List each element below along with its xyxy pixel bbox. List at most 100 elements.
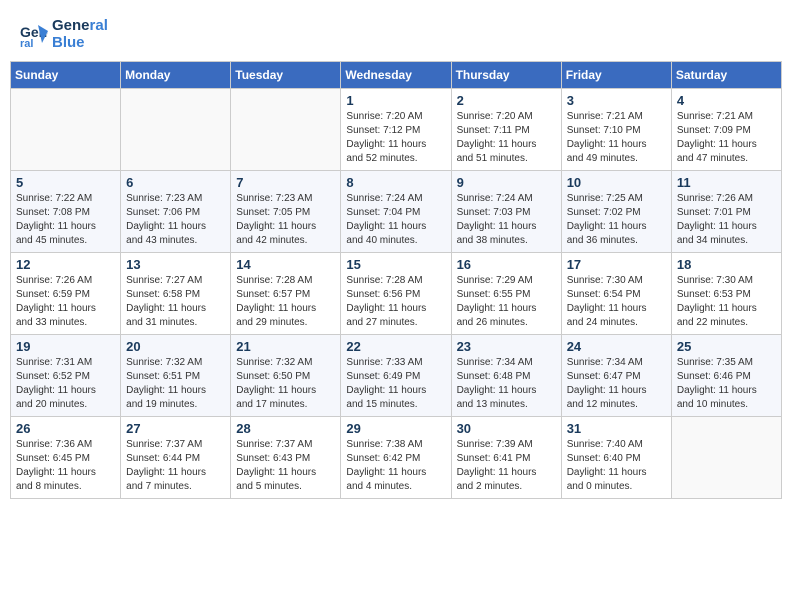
calendar-cell: 17 Sunrise: 7:30 AM Sunset: 6:54 PM Dayli… bbox=[561, 253, 671, 335]
calendar-cell: 26 Sunrise: 7:36 AM Sunset: 6:45 PM Dayli… bbox=[11, 417, 121, 499]
day-number: 15 bbox=[346, 257, 445, 272]
calendar-cell: 30 Sunrise: 7:39 AM Sunset: 6:41 PM Dayli… bbox=[451, 417, 561, 499]
day-number: 26 bbox=[16, 421, 115, 436]
day-info: Sunrise: 7:21 AM Sunset: 7:09 PM Dayligh… bbox=[677, 110, 776, 166]
calendar-cell: 5 Sunrise: 7:22 AM Sunset: 7:08 PM Daylig… bbox=[11, 171, 121, 253]
day-info: Sunrise: 7:39 AM Sunset: 6:41 PM Dayligh… bbox=[457, 438, 556, 494]
day-number: 30 bbox=[457, 421, 556, 436]
calendar-cell: 8 Sunrise: 7:24 AM Sunset: 7:04 PM Daylig… bbox=[341, 171, 451, 253]
calendar-week-row: 5 Sunrise: 7:22 AM Sunset: 7:08 PM Daylig… bbox=[11, 171, 782, 253]
calendar-cell: 22 Sunrise: 7:33 AM Sunset: 6:49 PM Dayli… bbox=[341, 335, 451, 417]
calendar-cell: 16Sunrise: 7:29 AM Sunset: 6:55 PM Dayli… bbox=[451, 253, 561, 335]
calendar-cell: 7Sunrise: 7:23 AM Sunset: 7:05 PM Daylig… bbox=[231, 171, 341, 253]
calendar-cell: 24 Sunrise: 7:34 AM Sunset: 6:47 PM Dayli… bbox=[561, 335, 671, 417]
day-number: 17 bbox=[567, 257, 666, 272]
day-number: 25 bbox=[677, 339, 776, 354]
calendar-week-row: 12 Sunrise: 7:26 AM Sunset: 6:59 PM Dayli… bbox=[11, 253, 782, 335]
logo: Gene ral General Blue bbox=[20, 18, 108, 51]
calendar-cell: 12 Sunrise: 7:26 AM Sunset: 6:59 PM Dayli… bbox=[11, 253, 121, 335]
day-number: 8 bbox=[346, 175, 445, 190]
day-info: Sunrise: 7:21 AM Sunset: 7:10 PM Dayligh… bbox=[567, 110, 666, 166]
calendar-week-row: 26 Sunrise: 7:36 AM Sunset: 6:45 PM Dayli… bbox=[11, 417, 782, 499]
calendar-cell: 29 Sunrise: 7:38 AM Sunset: 6:42 PM Dayli… bbox=[341, 417, 451, 499]
calendar-cell bbox=[121, 89, 231, 171]
logo-icon: Gene ral bbox=[20, 21, 48, 49]
day-info: Sunrise: 7:36 AM Sunset: 6:45 PM Dayligh… bbox=[16, 438, 115, 494]
day-number: 24 bbox=[567, 339, 666, 354]
day-info: Sunrise: 7:24 AM Sunset: 7:03 PM Dayligh… bbox=[457, 192, 556, 248]
day-info: Sunrise: 7:34 AM Sunset: 6:48 PM Dayligh… bbox=[457, 356, 556, 412]
day-info: Sunrise: 7:27 AM Sunset: 6:58 PM Dayligh… bbox=[126, 274, 225, 330]
weekday-header-saturday: Saturday bbox=[671, 62, 781, 89]
day-info: Sunrise: 7:20 AM Sunset: 7:11 PM Dayligh… bbox=[457, 110, 556, 166]
day-number: 7 bbox=[236, 175, 335, 190]
page-header: Gene ral General Blue bbox=[10, 10, 782, 55]
day-info: Sunrise: 7:26 AM Sunset: 7:01 PM Dayligh… bbox=[677, 192, 776, 248]
day-number: 1 bbox=[346, 93, 445, 108]
day-number: 12 bbox=[16, 257, 115, 272]
day-number: 22 bbox=[346, 339, 445, 354]
calendar-cell: 21 Sunrise: 7:32 AM Sunset: 6:50 PM Dayli… bbox=[231, 335, 341, 417]
day-number: 5 bbox=[16, 175, 115, 190]
day-info: Sunrise: 7:22 AM Sunset: 7:08 PM Dayligh… bbox=[16, 192, 115, 248]
day-number: 20 bbox=[126, 339, 225, 354]
calendar-cell: 1 Sunrise: 7:20 AM Sunset: 7:12 PM Daylig… bbox=[341, 89, 451, 171]
day-number: 19 bbox=[16, 339, 115, 354]
day-info: Sunrise: 7:28 AM Sunset: 6:56 PM Dayligh… bbox=[346, 274, 445, 330]
day-info: Sunrise: 7:38 AM Sunset: 6:42 PM Dayligh… bbox=[346, 438, 445, 494]
day-info: Sunrise: 7:30 AM Sunset: 6:54 PM Dayligh… bbox=[567, 274, 666, 330]
calendar-cell: 31 Sunrise: 7:40 AM Sunset: 6:40 PM Dayli… bbox=[561, 417, 671, 499]
day-number: 29 bbox=[346, 421, 445, 436]
day-number: 14 bbox=[236, 257, 335, 272]
calendar-cell: 19 Sunrise: 7:31 AM Sunset: 6:52 PM Dayli… bbox=[11, 335, 121, 417]
day-info: Sunrise: 7:24 AM Sunset: 7:04 PM Dayligh… bbox=[346, 192, 445, 248]
day-info: Sunrise: 7:32 AM Sunset: 6:51 PM Dayligh… bbox=[126, 356, 225, 412]
day-info: Sunrise: 7:20 AM Sunset: 7:12 PM Dayligh… bbox=[346, 110, 445, 166]
calendar-cell: 28Sunrise: 7:37 AM Sunset: 6:43 PM Dayli… bbox=[231, 417, 341, 499]
calendar-body: 1 Sunrise: 7:20 AM Sunset: 7:12 PM Daylig… bbox=[11, 89, 782, 499]
calendar-cell: 18Sunrise: 7:30 AM Sunset: 6:53 PM Dayli… bbox=[671, 253, 781, 335]
day-info: Sunrise: 7:35 AM Sunset: 6:46 PM Dayligh… bbox=[677, 356, 776, 412]
weekday-header-wednesday: Wednesday bbox=[341, 62, 451, 89]
calendar-cell: 14 Sunrise: 7:28 AM Sunset: 6:57 PM Dayli… bbox=[231, 253, 341, 335]
day-number: 4 bbox=[677, 93, 776, 108]
day-info: Sunrise: 7:26 AM Sunset: 6:59 PM Dayligh… bbox=[16, 274, 115, 330]
calendar-cell: 15 Sunrise: 7:28 AM Sunset: 6:56 PM Dayli… bbox=[341, 253, 451, 335]
calendar-cell: 9 Sunrise: 7:24 AM Sunset: 7:03 PM Daylig… bbox=[451, 171, 561, 253]
calendar-cell: 27 Sunrise: 7:37 AM Sunset: 6:44 PM Dayli… bbox=[121, 417, 231, 499]
day-info: Sunrise: 7:23 AM Sunset: 7:06 PM Dayligh… bbox=[126, 192, 225, 248]
weekday-header-thursday: Thursday bbox=[451, 62, 561, 89]
day-info: Sunrise: 7:40 AM Sunset: 6:40 PM Dayligh… bbox=[567, 438, 666, 494]
weekday-header-tuesday: Tuesday bbox=[231, 62, 341, 89]
calendar-cell: 25 Sunrise: 7:35 AM Sunset: 6:46 PM Dayli… bbox=[671, 335, 781, 417]
day-info: Sunrise: 7:33 AM Sunset: 6:49 PM Dayligh… bbox=[346, 356, 445, 412]
calendar-cell: 23 Sunrise: 7:34 AM Sunset: 6:48 PM Dayli… bbox=[451, 335, 561, 417]
day-number: 27 bbox=[126, 421, 225, 436]
day-number: 23 bbox=[457, 339, 556, 354]
calendar-cell: 13 Sunrise: 7:27 AM Sunset: 6:58 PM Dayli… bbox=[121, 253, 231, 335]
weekday-header-friday: Friday bbox=[561, 62, 671, 89]
day-number: 13 bbox=[126, 257, 225, 272]
day-number: 9 bbox=[457, 175, 556, 190]
day-info: Sunrise: 7:28 AM Sunset: 6:57 PM Dayligh… bbox=[236, 274, 335, 330]
calendar-cell: 10Sunrise: 7:25 AM Sunset: 7:02 PM Dayli… bbox=[561, 171, 671, 253]
day-number: 21 bbox=[236, 339, 335, 354]
day-info: Sunrise: 7:34 AM Sunset: 6:47 PM Dayligh… bbox=[567, 356, 666, 412]
weekday-header-monday: Monday bbox=[121, 62, 231, 89]
day-info: Sunrise: 7:32 AM Sunset: 6:50 PM Dayligh… bbox=[236, 356, 335, 412]
logo-text: General Blue bbox=[52, 18, 108, 51]
day-info: Sunrise: 7:25 AM Sunset: 7:02 PM Dayligh… bbox=[567, 192, 666, 248]
calendar-cell bbox=[11, 89, 121, 171]
calendar-cell: 11 Sunrise: 7:26 AM Sunset: 7:01 PM Dayli… bbox=[671, 171, 781, 253]
day-number: 6 bbox=[126, 175, 225, 190]
calendar-header-row: SundayMondayTuesdayWednesdayThursdayFrid… bbox=[11, 62, 782, 89]
day-number: 31 bbox=[567, 421, 666, 436]
calendar-table: SundayMondayTuesdayWednesdayThursdayFrid… bbox=[10, 61, 782, 499]
day-number: 2 bbox=[457, 93, 556, 108]
weekday-header-sunday: Sunday bbox=[11, 62, 121, 89]
day-number: 11 bbox=[677, 175, 776, 190]
calendar-cell bbox=[231, 89, 341, 171]
day-info: Sunrise: 7:37 AM Sunset: 6:44 PM Dayligh… bbox=[126, 438, 225, 494]
svg-text:ral: ral bbox=[20, 38, 33, 49]
day-info: Sunrise: 7:31 AM Sunset: 6:52 PM Dayligh… bbox=[16, 356, 115, 412]
